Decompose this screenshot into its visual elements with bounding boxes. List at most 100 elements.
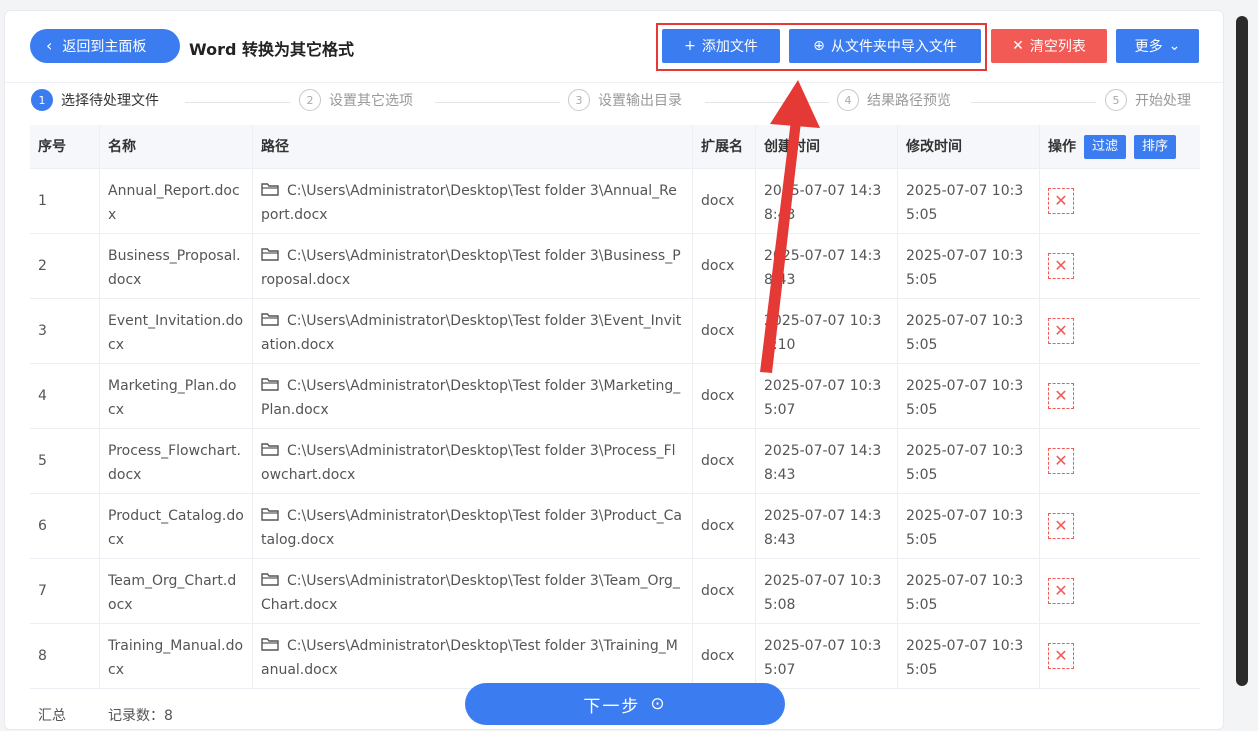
chevron-left-icon: ‹ — [46, 36, 53, 55]
clear-list-button[interactable]: ✕ 清空列表 — [991, 29, 1107, 63]
folder-icon — [261, 378, 279, 391]
sort-button[interactable]: 排序 — [1134, 134, 1177, 159]
file-path: C:\Users\Administrator\Desktop\Test fold… — [253, 624, 693, 688]
header-actions-label: 操作 — [1048, 138, 1076, 155]
delete-row-button[interactable]: ✕ — [1048, 253, 1074, 279]
file-extension: docx — [693, 559, 756, 623]
step-label: 开始处理 — [1135, 93, 1191, 109]
step-indicator: 1 选择待处理文件 2 设置其它选项 3 设置输出目录 4 结果路径预览 5 开… — [5, 89, 1225, 117]
row-actions: ✕ — [1040, 624, 1200, 688]
folder-icon — [261, 508, 279, 521]
summary-label: 汇总 — [38, 708, 66, 724]
table-row: 6 Product_Catalog.docx C:\Users\Administra… — [30, 494, 1200, 559]
file-name: Team_Org_Chart.docx — [100, 559, 253, 623]
header-modified: 修改时间 — [898, 125, 1040, 168]
file-path-text: C:\Users\Administrator\Desktop\Test fold… — [261, 313, 682, 353]
delete-row-button[interactable]: ✕ — [1048, 383, 1074, 409]
row-index: 7 — [30, 559, 100, 623]
table-row: 2 Business_Proposal.docx C:\Users\Administ… — [30, 234, 1200, 299]
step-2: 2 设置其它选项 — [299, 89, 413, 111]
next-step-button[interactable]: 下一步 ⊙ — [465, 683, 785, 725]
highlight-box — [656, 23, 987, 71]
table-row: 4 Marketing_Plan.docx C:\Users\Administrat… — [30, 364, 1200, 429]
row-index: 5 — [30, 429, 100, 493]
vertical-scrollbar[interactable] — [1236, 16, 1248, 686]
file-path-text: C:\Users\Administrator\Desktop\Test fold… — [261, 508, 682, 548]
delete-row-button[interactable]: ✕ — [1048, 448, 1074, 474]
more-button[interactable]: 更多 ⌄ — [1116, 29, 1199, 63]
step-label: 设置输出目录 — [598, 93, 682, 109]
modified-time: 2025-07-07 10:35:05 — [898, 429, 1040, 493]
row-index: 4 — [30, 364, 100, 428]
file-path-text: C:\Users\Administrator\Desktop\Test fold… — [261, 248, 681, 288]
file-path: C:\Users\Administrator\Desktop\Test fold… — [253, 234, 693, 298]
file-extension: docx — [693, 429, 756, 493]
back-label: 返回到主面板 — [62, 39, 147, 55]
step-5: 5 开始处理 — [1105, 89, 1191, 111]
modified-time: 2025-07-07 10:35:05 — [898, 364, 1040, 428]
delete-row-button[interactable]: ✕ — [1048, 188, 1074, 214]
step-label: 选择待处理文件 — [61, 93, 159, 109]
chevron-down-icon: ⌄ — [1168, 38, 1181, 54]
modified-time: 2025-07-07 10:35:05 — [898, 234, 1040, 298]
folder-icon — [261, 443, 279, 456]
delete-row-button[interactable]: ✕ — [1048, 318, 1074, 344]
record-count: 记录数：8 — [108, 708, 173, 724]
delete-row-button[interactable]: ✕ — [1048, 513, 1074, 539]
created-time: 2025-07-07 10:35:07 — [756, 364, 898, 428]
delete-row-button[interactable]: ✕ — [1048, 643, 1074, 669]
clear-list-label: 清空列表 — [1029, 39, 1086, 55]
step-number: 3 — [568, 89, 590, 111]
file-extension: docx — [693, 624, 756, 688]
step-label: 结果路径预览 — [867, 93, 951, 109]
created-time: 2025-07-07 14:38:43 — [756, 494, 898, 558]
file-name: Business_Proposal.docx — [100, 234, 253, 298]
file-extension: docx — [693, 234, 756, 298]
modified-time: 2025-07-07 10:35:05 — [898, 299, 1040, 363]
modified-time: 2025-07-07 10:35:05 — [898, 559, 1040, 623]
created-time: 2025-07-07 10:35:07 — [756, 624, 898, 688]
row-actions: ✕ — [1040, 234, 1200, 298]
row-actions: ✕ — [1040, 299, 1200, 363]
next-step-label: 下一步 — [583, 696, 641, 717]
file-path: C:\Users\Administrator\Desktop\Test fold… — [253, 494, 693, 558]
step-number: 1 — [31, 89, 53, 111]
file-path-text: C:\Users\Administrator\Desktop\Test fold… — [261, 183, 677, 223]
file-path: C:\Users\Administrator\Desktop\Test fold… — [253, 364, 693, 428]
file-path-text: C:\Users\Administrator\Desktop\Test fold… — [261, 378, 681, 418]
file-extension: docx — [693, 364, 756, 428]
step-4: 4 结果路径预览 — [837, 89, 951, 111]
step-label: 设置其它选项 — [329, 93, 413, 109]
file-name: Product_Catalog.docx — [100, 494, 253, 558]
file-path-text: C:\Users\Administrator\Desktop\Test fold… — [261, 573, 680, 613]
modified-time: 2025-07-07 10:35:05 — [898, 494, 1040, 558]
file-name: Training_Manual.docx — [100, 624, 253, 688]
header-path: 路径 — [253, 125, 693, 168]
header-extension: 扩展名 — [693, 125, 756, 168]
step-1: 1 选择待处理文件 — [31, 89, 159, 111]
delete-row-button[interactable]: ✕ — [1048, 578, 1074, 604]
main-panel: ‹ 返回到主面板 Word 转换为其它格式 + 添加文件 ⊕ 从文件夹中导入文件… — [4, 10, 1225, 730]
top-toolbar: ‹ 返回到主面板 Word 转换为其它格式 + 添加文件 ⊕ 从文件夹中导入文件… — [5, 11, 1225, 83]
header-actions: 操作 过滤 排序 — [1040, 125, 1200, 168]
row-index: 8 — [30, 624, 100, 688]
step-number: 5 — [1105, 89, 1127, 111]
created-time: 2025-07-07 10:35:08 — [756, 559, 898, 623]
row-actions: ✕ — [1040, 364, 1200, 428]
row-actions: ✕ — [1040, 559, 1200, 623]
row-index: 6 — [30, 494, 100, 558]
created-time: 2025-07-07 14:38:43 — [756, 169, 898, 233]
file-extension: docx — [693, 169, 756, 233]
table-header: 序号 名称 路径 扩展名 创建时间 修改时间 操作 过滤 排序 — [30, 125, 1200, 169]
more-label: 更多 — [1134, 39, 1163, 55]
file-name: Marketing_Plan.docx — [100, 364, 253, 428]
table-row: 1 Annual_Report.docx C:\Users\Administrato… — [30, 169, 1200, 234]
file-path-text: C:\Users\Administrator\Desktop\Test fold… — [261, 638, 678, 678]
step-divider — [185, 102, 290, 103]
step-divider — [971, 102, 1096, 103]
filter-button[interactable]: 过滤 — [1084, 134, 1127, 159]
table-row: 8 Training_Manual.docx C:\Users\Administra… — [30, 624, 1200, 689]
back-to-main-button[interactable]: ‹ 返回到主面板 — [30, 29, 180, 63]
file-path: C:\Users\Administrator\Desktop\Test fold… — [253, 169, 693, 233]
folder-icon — [261, 573, 279, 586]
